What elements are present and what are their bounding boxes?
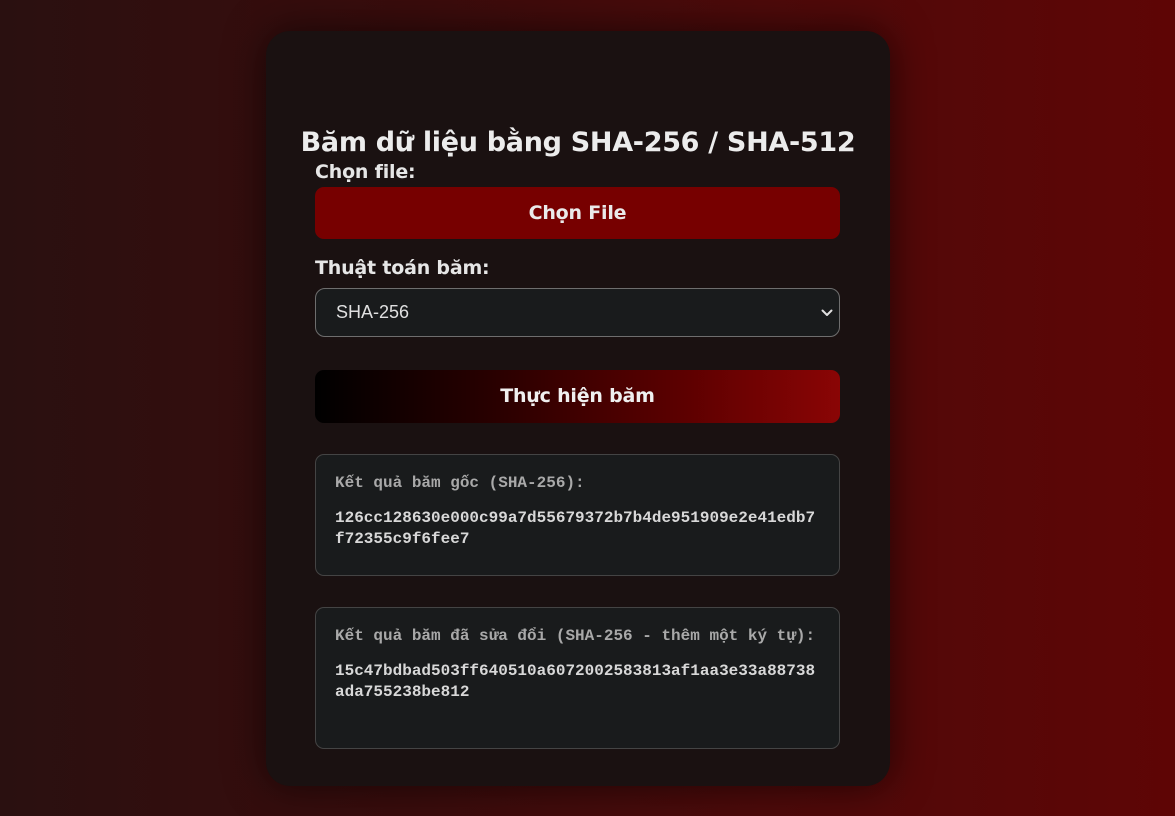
page-title: Băm dữ liệu bằng SHA-256 / SHA-512: [300, 127, 856, 158]
algorithm-label: Thuật toán băm:: [315, 257, 490, 279]
chevron-down-icon: [821, 289, 833, 336]
modified-hash-result: Kết quả băm đã sửa đổi (SHA-256 - thêm m…: [315, 607, 840, 749]
algorithm-select[interactable]: SHA-256: [315, 288, 840, 337]
modified-hash-title: Kết quả băm đã sửa đổi (SHA-256 - thêm m…: [335, 627, 816, 645]
original-hash-title: Kết quả băm gốc (SHA-256):: [335, 474, 585, 492]
original-hash-value: 126cc128630e000c99a7d55679372b7b4de95190…: [335, 509, 816, 548]
hash-card: Băm dữ liệu bằng SHA-256 / SHA-512 Chọn …: [266, 31, 890, 786]
choose-file-button[interactable]: Chọn File: [315, 187, 840, 239]
algorithm-selected-value: SHA-256: [336, 302, 410, 322]
hash-button[interactable]: Thực hiện băm: [315, 370, 840, 423]
file-label: Chọn file:: [315, 161, 416, 183]
original-hash-result: Kết quả băm gốc (SHA-256): 126cc128630e0…: [315, 454, 840, 576]
modified-hash-value: 15c47bdbad503ff640510a6072002583813af1aa…: [335, 662, 816, 701]
